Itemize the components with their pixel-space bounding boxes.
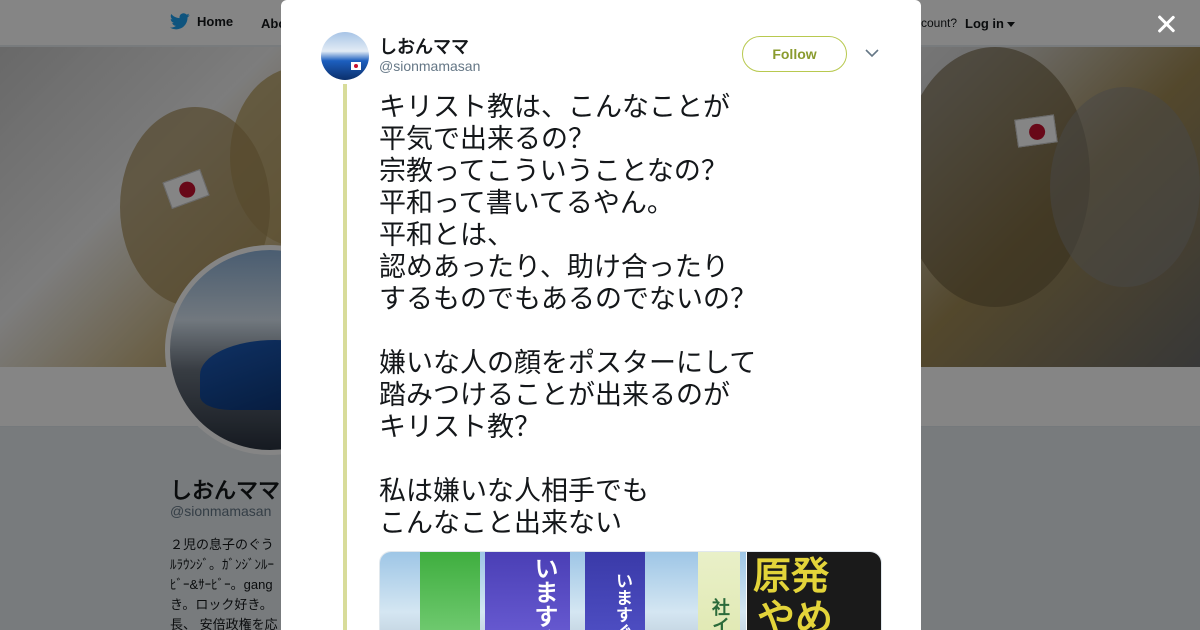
purple-banner: いますぐ xyxy=(585,552,645,630)
chevron-down-icon[interactable] xyxy=(865,48,879,58)
japan-flag-icon xyxy=(351,62,361,70)
sign-text: やめ xyxy=(757,596,834,630)
green-banner xyxy=(420,552,480,630)
author-handle[interactable]: @sionmamasan xyxy=(379,58,480,74)
close-icon[interactable] xyxy=(1152,10,1180,38)
banner-text: いますぐ xyxy=(530,556,558,630)
sign-text: 原発 xyxy=(753,554,830,598)
follow-button[interactable]: Follow xyxy=(742,36,847,72)
yellow-banner: 社イ xyxy=(698,552,740,630)
author-avatar[interactable] xyxy=(321,32,369,80)
tweet-modal: しおんママ @sionmamasan Follow キリスト教は、こんなことが … xyxy=(281,0,921,630)
banner-text: 社イ xyxy=(709,598,730,630)
media-photo-banners[interactable]: いますぐ いますぐ 社イ xyxy=(380,552,746,630)
banner-text: いますぐ xyxy=(612,572,632,630)
author-name[interactable]: しおんママ xyxy=(379,33,469,59)
thread-line xyxy=(343,84,347,630)
purple-banner: いますぐ xyxy=(485,552,570,630)
media-photo-sign[interactable]: 原発 やめ xyxy=(747,552,881,630)
tweet-text: キリスト教は、こんなことが 平気で出来るの？ 宗教ってこういうことなの？ 平和っ… xyxy=(379,92,757,539)
tweet-media[interactable]: いますぐ いますぐ 社イ 原発 やめ xyxy=(379,551,882,630)
